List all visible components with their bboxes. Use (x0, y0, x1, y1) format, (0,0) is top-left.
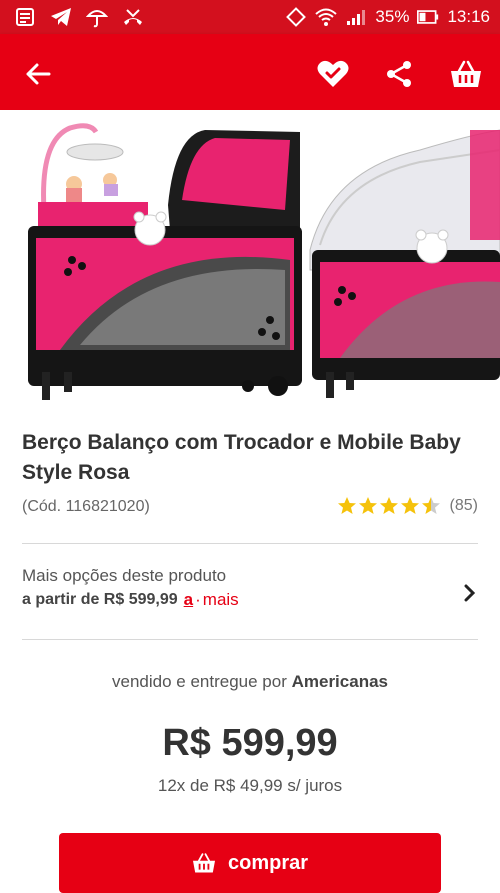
battery-percent: 35% (375, 7, 410, 26)
chevron-right-icon (464, 584, 476, 607)
status-system: 35% 13:16 (285, 6, 490, 28)
favorite-button[interactable] (313, 54, 353, 94)
battery-icon (417, 6, 439, 28)
signal-icon (345, 6, 367, 28)
back-button[interactable] (18, 54, 58, 94)
cart-button[interactable] (446, 54, 486, 94)
seller-name[interactable]: Americanas (292, 672, 388, 691)
buy-button[interactable]: comprar (59, 833, 441, 893)
rating-count: (85) (449, 497, 478, 514)
crib-image-main (28, 123, 302, 400)
heart-check-icon (317, 60, 349, 87)
status-notifications (14, 6, 144, 28)
product-price: R$ 599,99 (162, 722, 338, 764)
divider (22, 543, 478, 544)
crib-image-secondary (309, 129, 500, 398)
seller-prefix: vendido e entregue por (112, 672, 287, 691)
status-bar: 35% 13:16 (0, 0, 500, 34)
divider (22, 639, 478, 640)
missed-call-icon (122, 6, 144, 28)
product-code: (Cód. 116821020) (22, 498, 150, 515)
wifi-icon (315, 6, 338, 28)
star-icon (358, 497, 377, 514)
product-image (28, 123, 500, 400)
basket-icon (451, 60, 481, 87)
star-icon (400, 497, 419, 514)
from-price: a partir de R$ 599,99 (22, 591, 178, 608)
product-image-carousel[interactable] (0, 110, 500, 410)
more-options-label: Mais opções deste produto (22, 566, 227, 585)
telegram-icon (50, 6, 72, 28)
installments: 12x de R$ 49,99 s/ juros (157, 776, 343, 795)
share-icon (387, 61, 411, 87)
clock: 13:16 (447, 7, 490, 26)
app-bar (0, 34, 500, 110)
product-title: Berço Balanço com Trocador e Mobile Baby… (22, 431, 461, 484)
buy-button-label: comprar (227, 851, 309, 874)
more-options-row[interactable]: Mais opções deste produto a partir de R$… (22, 566, 478, 626)
product-rating[interactable]: (85) (337, 496, 478, 516)
basket-icon (192, 853, 215, 873)
star-icon (379, 497, 398, 514)
seller-info: vendido e entregue por Americanas (0, 672, 500, 692)
news-icon (14, 6, 36, 28)
rotate-icon (285, 6, 307, 28)
more-options-price-line: a partir de R$ 599,99 a · mais (22, 590, 478, 610)
umbrella-icon (86, 6, 108, 28)
star-icon (421, 497, 440, 514)
star-rating (337, 497, 440, 514)
back-arrow-icon (26, 63, 51, 85)
star-icon (337, 497, 356, 514)
share-button[interactable] (379, 54, 419, 94)
americanas-mais-logo: a · mais (183, 590, 239, 609)
